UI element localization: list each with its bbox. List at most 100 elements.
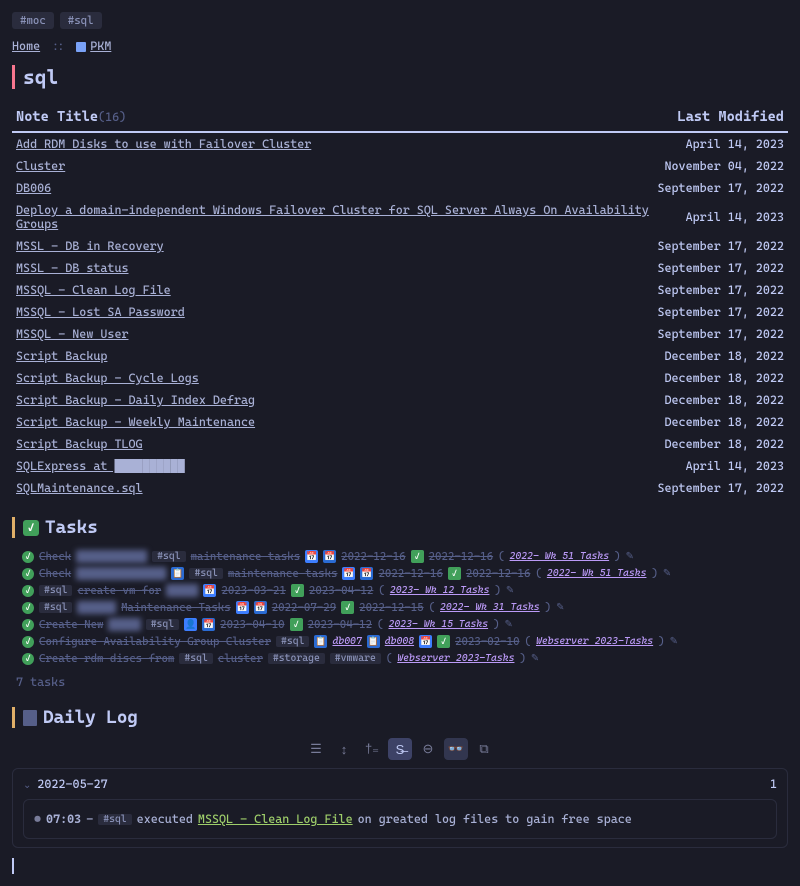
note-date: September 17, 2022 [653, 177, 788, 199]
task-source-link[interactable]: 2022- Wk 31 Tasks [440, 602, 540, 613]
log-link[interactable]: MSSQL - Clean Log File [198, 812, 353, 826]
table-row: Script Backup - Daily Index DefragDecemb… [12, 389, 788, 411]
edit-icon[interactable]: ✎ [663, 568, 671, 579]
note-link[interactable]: SQLExpress at ██████████ [16, 459, 185, 473]
col-last-modified[interactable]: Last Modified [653, 103, 788, 132]
edit-icon[interactable]: ✎ [505, 619, 513, 630]
tag-sql[interactable]: #sql [60, 12, 102, 29]
log-toolbar: ☰ ↕ †₌ S̶ ⊖ 👓 ⧉ [12, 738, 788, 760]
person-icon: 👤 [184, 618, 197, 631]
task-date: 2022-12-16 [341, 550, 405, 563]
note-link[interactable]: Script Backup - Weekly Maintenance [16, 415, 255, 429]
task-text: create vm for [77, 584, 161, 597]
glasses-button[interactable]: 👓 [444, 738, 468, 760]
copy-button[interactable]: ⧉ [472, 738, 496, 760]
note-link[interactable]: DB006 [16, 181, 51, 195]
pkm-icon [76, 42, 86, 52]
task-source-link[interactable]: 2023- Wk 15 Tasks [388, 619, 488, 630]
log-icon [23, 710, 37, 726]
done-badge: ✓ [290, 618, 303, 631]
clipboard-icon: 📋 [314, 635, 327, 648]
note-link[interactable]: MSSL - DB status [16, 261, 129, 275]
task-source-link[interactable]: 2022- Wk 51 Tasks [510, 551, 610, 562]
task-inline-link[interactable]: db007 [332, 636, 361, 647]
note-date: September 17, 2022 [653, 323, 788, 345]
paren: ( [498, 550, 504, 563]
note-date: December 18, 2022 [653, 345, 788, 367]
task-tag[interactable]: #sql [276, 636, 309, 647]
col-note-title[interactable]: Note Title(16) [12, 103, 653, 132]
task-date: 2022-12-16 [378, 567, 442, 580]
chevron-down-icon: ⌄ [23, 780, 31, 791]
paren: ( [377, 618, 383, 631]
task-source-link[interactable]: Webserver 2023-Tasks [397, 653, 514, 664]
notes-table: Note Title(16) Last Modified Add RDM Dis… [12, 103, 788, 499]
task-tag[interactable]: #storage [268, 653, 325, 664]
task-tag[interactable]: #sql [179, 653, 212, 664]
collapse-button[interactable]: ⊖ [416, 738, 440, 760]
log-entry-header[interactable]: ⌄2022-05-27 1 [23, 777, 777, 791]
tree-button[interactable]: †₌ [360, 738, 384, 760]
task-date: 2023-04-10 [220, 618, 284, 631]
task-tag[interactable]: #sql [189, 568, 222, 579]
task-text: Create New [39, 618, 103, 631]
log-count: 1 [770, 777, 777, 791]
note-link[interactable]: Script Backup - Daily Index Defrag [16, 393, 255, 407]
cursor[interactable] [12, 858, 788, 874]
note-link[interactable]: Script Backup - Cycle Logs [16, 371, 199, 385]
edit-icon[interactable]: ✎ [670, 636, 678, 647]
edit-icon[interactable]: ✎ [626, 551, 634, 562]
schedule-icon: 📅 [203, 584, 216, 597]
note-link[interactable]: Cluster [16, 159, 65, 173]
edit-icon[interactable]: ✎ [506, 585, 514, 596]
calendar-icon: 📅 [254, 601, 267, 614]
task-source-link[interactable]: Webserver 2023-Tasks [536, 636, 653, 647]
task-tag[interactable]: #sql [152, 551, 185, 562]
log-tag-sql[interactable]: #sql [98, 814, 131, 825]
task-tag[interactable]: #vmware [330, 653, 381, 664]
edit-icon[interactable]: ✎ [531, 653, 539, 664]
tag-moc[interactable]: #moc [12, 12, 54, 29]
note-link[interactable]: SQLMaintenance.sql [16, 481, 143, 495]
task-line: ✓Create rdm discs from#sqlcluster#storag… [22, 650, 788, 667]
table-row: Deploy a domain-independent Windows Fail… [12, 199, 788, 235]
task-text: Check [39, 567, 71, 580]
task-date: 2022-12-16 [429, 550, 493, 563]
note-link[interactable]: MSSQL - New User [16, 327, 129, 341]
task-tag[interactable]: #sql [39, 602, 72, 613]
list-view-button[interactable]: ☰ [304, 738, 328, 760]
daily-log-heading: Daily Log [12, 707, 788, 728]
done-badge: ✓ [437, 635, 450, 648]
task-date: 2023-03-21 [221, 584, 285, 597]
page-tags: #moc #sql [12, 12, 788, 29]
task-source-link[interactable]: 2023- Wk 12 Tasks [390, 585, 490, 596]
note-date: November 04, 2022 [653, 155, 788, 177]
note-date: April 14, 2023 [653, 132, 788, 155]
paren: ) [658, 635, 664, 648]
note-link[interactable]: MSSQL - Clean Log File [16, 283, 171, 297]
task-date: 2023-02-10 [455, 635, 519, 648]
note-link[interactable]: MSSL - DB in Recovery [16, 239, 164, 253]
task-tag[interactable]: #sql [146, 619, 179, 630]
note-link[interactable]: Script Backup [16, 349, 107, 363]
note-link[interactable]: Add RDM Disks to use with Failover Clust… [16, 137, 311, 151]
task-date: 2022-07-29 [272, 601, 336, 614]
task-source-link[interactable]: 2022- Wk 51 Tasks [547, 568, 647, 579]
note-link[interactable]: Deploy a domain-independent Windows Fail… [16, 203, 649, 231]
task-inline-link[interactable]: db008 [385, 636, 414, 647]
edit-icon[interactable]: ✎ [556, 602, 564, 613]
breadcrumb-pkm[interactable]: PKM [90, 39, 111, 53]
note-link[interactable]: Script Backup TLOG [16, 437, 143, 451]
note-link[interactable]: MSSQL - Lost SA Password [16, 305, 185, 319]
breadcrumb-home[interactable]: Home [12, 39, 40, 53]
log-time: 07:03 [46, 812, 81, 826]
task-tag[interactable]: #sql [39, 585, 72, 596]
schedule-icon: 📅 [236, 601, 249, 614]
calendar-icon: 📅 [202, 618, 215, 631]
paren: ) [493, 618, 499, 631]
paren: ( [525, 635, 531, 648]
done-badge: ✓ [291, 584, 304, 597]
strikethrough-button[interactable]: S̶ [388, 738, 412, 760]
sort-button[interactable]: ↕ [332, 738, 356, 760]
tasks-count: 7 tasks [12, 667, 788, 689]
